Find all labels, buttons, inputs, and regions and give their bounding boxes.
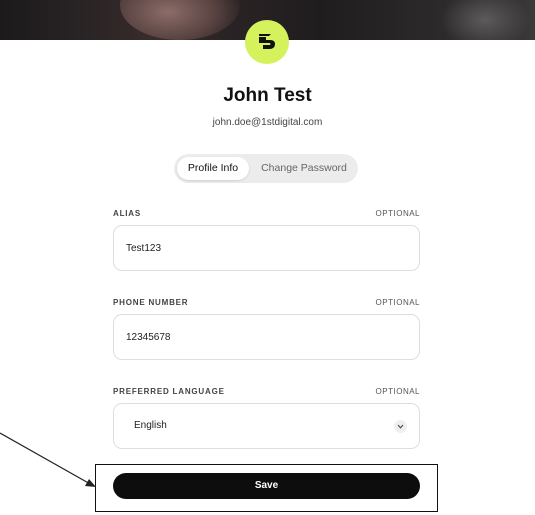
phone-field[interactable]: [113, 314, 420, 360]
profile-tabs: Profile Info Change Password: [174, 154, 358, 183]
save-button[interactable]: Save: [113, 473, 420, 499]
alias-field[interactable]: [113, 225, 420, 271]
banner-image-shape: [120, 0, 240, 40]
tab-profile-info[interactable]: Profile Info: [177, 157, 249, 180]
language-optional: OPTIONAL: [375, 387, 420, 396]
language-select[interactable]: English: [113, 403, 420, 449]
banner-image-highlight: [440, 0, 530, 40]
profile-name: John Test: [223, 85, 312, 106]
language-selected-value: English: [134, 420, 167, 431]
chevron-down-icon[interactable]: [394, 420, 407, 433]
alias-label: ALIAS: [113, 209, 141, 218]
phone-input[interactable]: [126, 315, 406, 359]
alias-input[interactable]: [126, 226, 406, 270]
profile-email: john.doe@1stdigital.com: [212, 117, 323, 128]
brand-logo-icon: [245, 20, 289, 64]
alias-optional: OPTIONAL: [375, 209, 420, 218]
language-label: PREFERRED LANGUAGE: [113, 387, 225, 396]
tab-change-password[interactable]: Change Password: [252, 157, 356, 180]
phone-label: PHONE NUMBER: [113, 298, 189, 307]
phone-optional: OPTIONAL: [375, 298, 420, 307]
